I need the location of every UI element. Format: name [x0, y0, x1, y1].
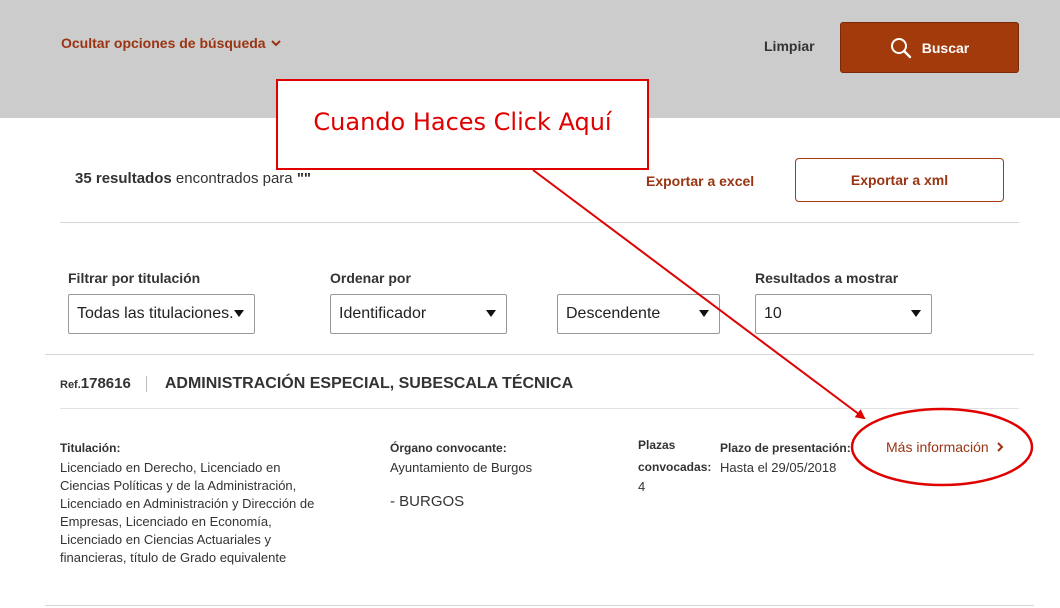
divider — [60, 222, 1019, 223]
plazas-value: 4 — [638, 479, 646, 494]
results-to-show-select[interactable]: 10 — [755, 294, 932, 334]
divider — [45, 605, 1034, 606]
titulacion-line: Ciencias Políticas y de la Administració… — [60, 478, 297, 493]
results-found-text: encontrados para — [171, 170, 297, 187]
titulacion-line: Licenciado en Ciencias Actuariales y — [60, 532, 272, 547]
more-info-link[interactable]: Más información — [886, 439, 1005, 455]
search-button-label: Buscar — [921, 39, 970, 56]
titulacion-filter-label: Filtrar por titulación — [68, 270, 201, 286]
location-value: - BURGOS — [390, 493, 465, 510]
plazas-label-2: convocadas: — [638, 460, 712, 474]
plazas-label: Plazas — [638, 438, 676, 452]
ref-number: 178616 — [80, 375, 131, 392]
result-title: ADMINISTRACIÓN ESPECIAL, SUBESCALA TÉCNI… — [164, 375, 574, 392]
caret-down-icon — [234, 310, 244, 317]
more-info-label: Más información — [886, 439, 989, 455]
divider — [45, 354, 1034, 355]
plazo-value: Hasta el 29/05/2018 — [720, 460, 837, 475]
search-button[interactable]: Buscar — [840, 22, 1019, 73]
toggle-search-options-link[interactable]: Ocultar opciones de búsqueda — [61, 35, 282, 51]
caret-down-icon — [911, 310, 921, 317]
results-query: "" — [296, 170, 312, 187]
order-by-label: Ordenar por — [330, 270, 411, 286]
order-by-select[interactable]: Identificador — [330, 294, 507, 334]
results-to-show-select-value: 10 — [764, 305, 782, 322]
order-direction-select-value: Descendente — [566, 305, 661, 322]
caret-down-icon — [699, 310, 709, 317]
export-excel-link[interactable]: Exportar a excel — [646, 173, 754, 189]
titulacion-line: financieras, título de Grado equivalente — [60, 550, 287, 565]
results-count: 35 resultados encontrados para "" — [75, 170, 311, 187]
order-direction-select[interactable]: Descendente — [557, 294, 720, 334]
titulacion-label: Titulación: — [60, 441, 121, 455]
chevron-right-icon — [996, 442, 1004, 452]
results-to-show-label: Resultados a mostrar — [755, 270, 899, 286]
titulacion-select-value: Todas las titulaciones. — [77, 305, 234, 322]
export-xml-button[interactable]: Exportar a xml — [795, 158, 1004, 202]
result-item-header: Ref. 178616 ADMINISTRACIÓN ESPECIAL, SUB… — [60, 375, 573, 393]
divider — [60, 408, 1019, 409]
ref-separator — [145, 376, 147, 392]
clear-link[interactable]: Limpiar — [764, 38, 815, 54]
ref-label: Ref. — [60, 379, 81, 391]
chevron-down-icon — [270, 40, 281, 47]
titulacion-value: Licenciado en Derecho, Licenciado en Cie… — [60, 459, 360, 567]
organo-value: Ayuntamiento de Burgos — [390, 460, 533, 475]
results-count-number: 35 resultados — [75, 170, 172, 187]
order-by-select-value: Identificador — [339, 305, 427, 322]
plazo-label: Plazo de presentación: — [720, 441, 851, 455]
toggle-search-options-label: Ocultar opciones de búsqueda — [61, 35, 266, 51]
annotation-callout-box: Cuando Haces Click Aquí — [276, 79, 649, 170]
organo-label: Órgano convocante: — [390, 441, 507, 455]
titulacion-line: Licenciado en Derecho, Licenciado en — [60, 460, 281, 475]
titulacion-line: Licenciado en Administración y Dirección… — [60, 496, 315, 511]
titulacion-select[interactable]: Todas las titulaciones. — [68, 294, 255, 334]
search-icon — [890, 37, 911, 58]
caret-down-icon — [486, 310, 496, 317]
titulacion-line: Empresas, Licenciado en Economía, — [60, 514, 272, 529]
annotation-callout-text: Cuando Haces Click Aquí — [313, 107, 612, 136]
